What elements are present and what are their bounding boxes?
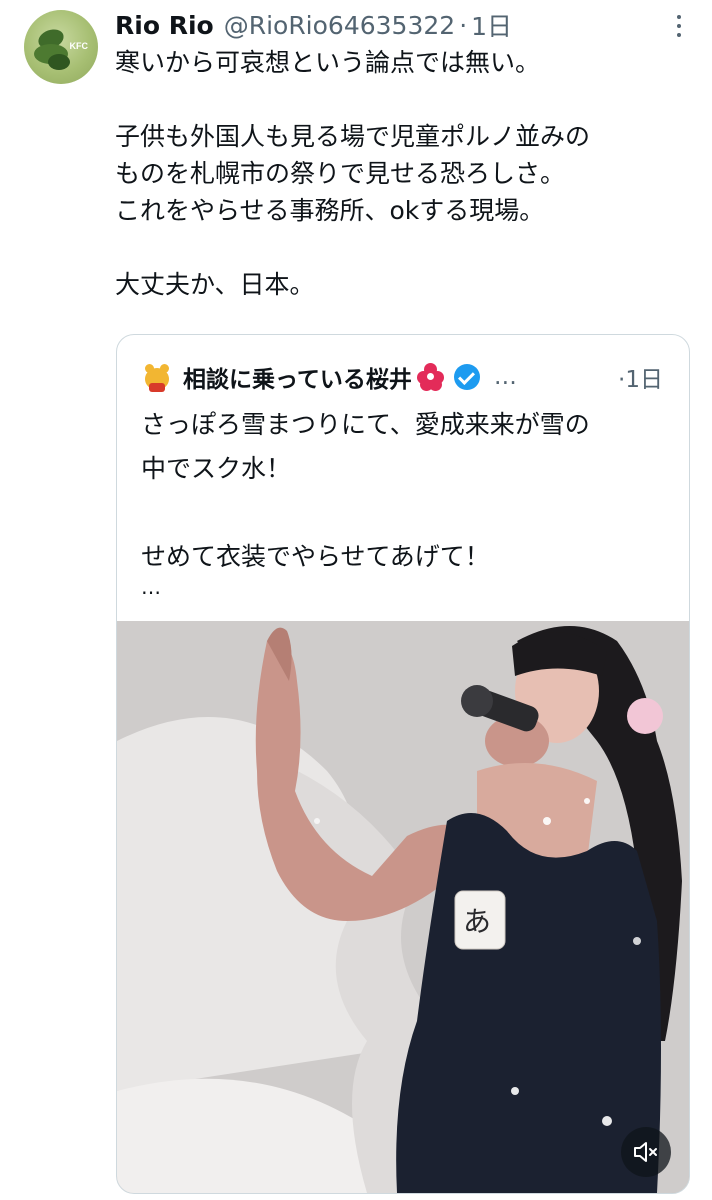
quoted-tweet[interactable]: 相談に乗っている桜井 … ·1日 さっぽろ雪まつりにて、愛成来来が雪の 中でスク… <box>116 334 690 1194</box>
quoted-tweet-more[interactable]: … <box>141 575 161 599</box>
tweet-text: 寒いから可哀想という論点では無い。 子供も外国人も見る場で児童ポルノ並みの もの… <box>115 48 591 299</box>
quoted-author-avatar[interactable] <box>141 361 173 393</box>
author-name[interactable]: Rio Rio <box>115 11 214 40</box>
avatar-graphic <box>149 383 165 392</box>
video-frame-graphic: あ <box>117 621 689 1193</box>
tweet-timestamp[interactable]: 1日 <box>471 7 512 43</box>
hibiscus-emoji-icon <box>416 362 446 392</box>
verified-badge-icon <box>453 364 480 390</box>
author-handle[interactable]: @RioRio64635322 <box>224 11 455 40</box>
volume-muted-icon[interactable] <box>621 1127 671 1177</box>
separator-dot: · <box>459 10 468 40</box>
avatar-graphic <box>48 54 70 70</box>
video-thumbnail[interactable]: あ <box>117 621 689 1193</box>
tweet-header: Rio Rio @RioRio64635322 · 1日 <box>115 8 512 42</box>
quoted-tweet-header: 相談に乗っている桜井 … ·1日 <box>141 359 671 395</box>
quoted-tweet-timestamp[interactable]: ·1日 <box>618 360 663 394</box>
quoted-tweet-text: さっぽろ雪まつりにて、愛成来来が雪の 中でスク水！ せめて衣装でやらせてあげて！ <box>141 410 590 571</box>
avatar-label: KFC <box>69 41 89 51</box>
quoted-author-name[interactable]: 相談に乗っている桜井 <box>183 360 412 394</box>
author-avatar[interactable]: KFC <box>24 10 98 84</box>
nametag-text: あ <box>463 905 491 938</box>
quoted-handle-truncated: … <box>493 364 517 390</box>
more-vertical-icon[interactable] <box>666 12 692 38</box>
